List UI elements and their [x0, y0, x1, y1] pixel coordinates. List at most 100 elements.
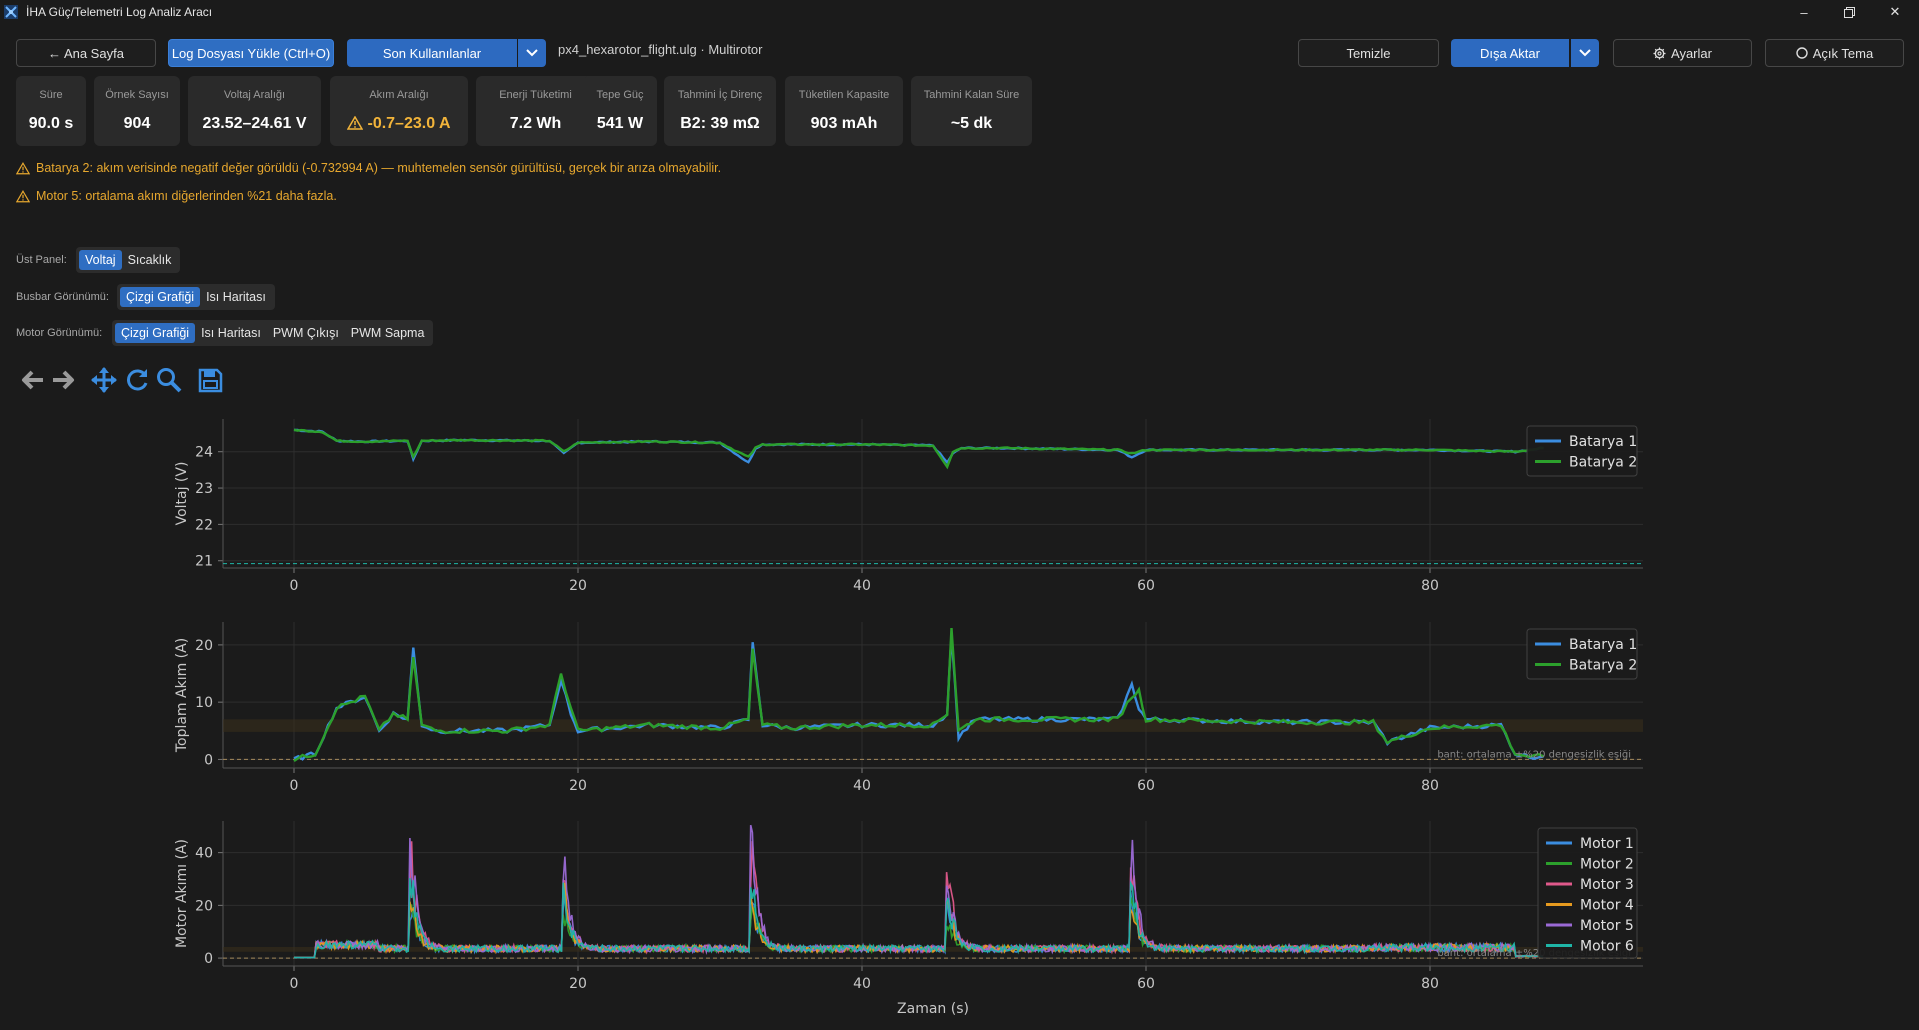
settings-label: Ayarlar [1671, 45, 1712, 61]
y-tick-label: 24 [195, 445, 213, 461]
theme-circle-icon [1796, 47, 1808, 59]
motor-option-pwm-deviation[interactable]: PWM Sapma [345, 323, 431, 343]
chevron-down-icon [1579, 49, 1591, 57]
warning-icon [16, 161, 30, 174]
title-bar: İHA Güç/Telemetri Log Analiz Aracı [0, 0, 1919, 24]
y-tick-label: 22 [195, 517, 213, 533]
stat-value: 541 W [596, 115, 644, 132]
warning-icon [16, 189, 30, 202]
stat-value: 903 mAh [810, 115, 878, 132]
top-panel-option-temperature[interactable]: Sıcaklık [122, 250, 178, 270]
telemetry-chart[interactable]: 0 20 40 60 8021222324Voltaj (V)Batarya 1Bata… [0, 400, 1919, 1030]
stat-value: 90.0 s [28, 115, 74, 132]
legend: Batarya 1 Batarya 2 [1526, 628, 1638, 680]
export-dropdown[interactable] [1571, 39, 1599, 67]
y-axis-label: Motor Akımı (A) [174, 839, 190, 948]
y-axis-label: Toplam Akım (A) [174, 638, 190, 753]
chart-panel-2: 0 20 40 60 80 0 10 20 Toplam Akım (A) bant: ortal… [174, 622, 1643, 794]
stat-value: 7.2 Wh [509, 115, 562, 132]
x-tick-label: 60 [1137, 976, 1155, 992]
window-title: İHA Güç/Telemetri Log Analiz Aracı [26, 5, 213, 19]
gear-icon [1653, 46, 1666, 60]
x-tick-label: 80 [1421, 778, 1439, 794]
busbar-option-heatmap[interactable]: Isı Haritası [200, 287, 272, 307]
warning-text: Motor 5: ortalama akımı diğerlerinden %2… [36, 189, 337, 203]
x-tick-label: 20 [569, 778, 587, 794]
theme-label: Açık Tema [1812, 45, 1874, 61]
chart-panel-1: 0 20 40 60 8021222324Voltaj (V)Batarya 1Bata… [174, 419, 1643, 594]
reset-view-icon[interactable] [123, 366, 151, 394]
restore-icon[interactable] [1826, 0, 1872, 24]
y-tick-label: 40 [195, 846, 213, 862]
motor-view-toggle: Çizgi Grafiği Isı Haritası PWM Çıkışı PW… [112, 320, 434, 346]
legend-label: Motor 6 [1580, 939, 1634, 955]
close-icon[interactable]: ✕ [1872, 0, 1918, 24]
stat-label: Enerji Tüketimi [499, 89, 572, 101]
back-arrow-icon[interactable] [19, 366, 47, 394]
y-tick-label: 20 [195, 638, 213, 654]
stat-label: Tahmini İç Direnç [677, 89, 763, 101]
save-figure-icon[interactable] [196, 366, 224, 394]
load-log-label: Log Dosyası Yükle (Ctrl+O) [171, 45, 331, 61]
busbar-view-toggle: Çizgi Grafiği Isı Haritası [117, 284, 275, 310]
motor-option-pwm-output[interactable]: PWM Çıkışı [267, 323, 345, 343]
stat-label: Voltaj Aralığı [223, 89, 286, 101]
legend: Motor 1 Motor 2 Motor 3 Motor 4 Motor 5 Motor… [1537, 827, 1638, 959]
y-tick-label: 10 [195, 695, 213, 711]
stat-card-consumed-capacity: Tüketilen Kapasite 903 mAh [785, 76, 903, 146]
motor-view-label: Motor Görünümü: [16, 327, 103, 339]
stat-value: 904 [123, 115, 151, 132]
legend-label: Batarya 1 [1569, 637, 1637, 653]
recent-files-button[interactable]: Son Kullanılanlar [347, 39, 517, 67]
y-tick-label: 23 [195, 481, 213, 497]
stat-card-remaining-time: Tahmini Kalan Süre ~5 dk [911, 76, 1032, 146]
stat-label: Tüketilen Kapasite [798, 89, 890, 101]
x-tick-label: 0 [290, 778, 299, 794]
load-log-button[interactable]: Log Dosyası Yükle (Ctrl+O) [168, 39, 334, 67]
stat-label: Akım Aralığı [369, 89, 429, 101]
x-tick-label: 60 [1137, 778, 1155, 794]
theme-toggle-button[interactable]: Açık Tema [1765, 39, 1904, 67]
current-range-value: -0.7–23.0 A [367, 115, 451, 132]
top-panel-option-voltage[interactable]: Voltaj [79, 250, 122, 270]
y-tick-label: 20 [195, 898, 213, 914]
y-tick-label: 21 [195, 554, 213, 570]
stat-label: Örnek Sayısı [105, 89, 169, 101]
x-tick-label: 80 [1421, 578, 1439, 594]
stat-card-energy: Enerji Tüketimi 7.2 Wh [476, 76, 595, 146]
forward-arrow-icon[interactable] [49, 366, 77, 394]
motor-option-heatmap[interactable]: Isı Haritası [195, 323, 267, 343]
stat-value: ~5 dk [950, 115, 993, 132]
busbar-option-line[interactable]: Çizgi Grafiği [120, 287, 201, 307]
pan-icon[interactable] [90, 366, 118, 394]
settings-button[interactable]: Ayarlar [1613, 39, 1752, 67]
top-panel-toggle: Voltaj Sıcaklık [76, 247, 181, 273]
legend-label: Batarya 2 [1569, 658, 1637, 674]
clear-button[interactable]: Temizle [1298, 39, 1439, 67]
x-tick-label: 60 [1137, 578, 1155, 594]
warning-motor5: Motor 5: ortalama akımı diğerlerinden %2… [16, 189, 337, 203]
minimize-icon[interactable]: – [1781, 0, 1827, 24]
zoom-icon[interactable] [155, 366, 183, 394]
legend-label: Batarya 2 [1569, 455, 1637, 471]
home-button[interactable]: ← Ana Sayfa [16, 39, 156, 67]
legend-label: Motor 2 [1580, 857, 1634, 873]
loaded-file-label: px4_hexarotor_flight.ulg · Multirotor [558, 42, 763, 57]
motor-option-line[interactable]: Çizgi Grafiği [115, 323, 196, 343]
x-tick-label: 20 [569, 578, 587, 594]
legend: Batarya 1 Batarya 2 [1526, 425, 1638, 477]
band-note: bant: ortalama ±%20 dengesizlik eşiği [1437, 748, 1631, 760]
stat-card-current-range: Akım Aralığı -0.7–23.0 A [330, 76, 468, 146]
stat-card-voltage-range: Voltaj Aralığı 23.52–24.61 V [188, 76, 321, 146]
x-tick-label: 40 [853, 578, 871, 594]
x-tick-label: 40 [853, 778, 871, 794]
legend-label: Motor 1 [1580, 836, 1634, 852]
stat-card-peak-power: Tepe Güç 541 W [583, 76, 657, 146]
warning-battery2: Batarya 2: akım verisinde negatif değer … [16, 161, 721, 175]
legend-label: Motor 5 [1580, 918, 1634, 934]
stat-label: Süre [39, 89, 63, 101]
chevron-down-icon [526, 49, 538, 57]
x-axis-label: Zaman (s) [897, 1001, 969, 1017]
export-button[interactable]: Dışa Aktar [1451, 39, 1569, 67]
recent-files-dropdown[interactable] [518, 39, 546, 67]
